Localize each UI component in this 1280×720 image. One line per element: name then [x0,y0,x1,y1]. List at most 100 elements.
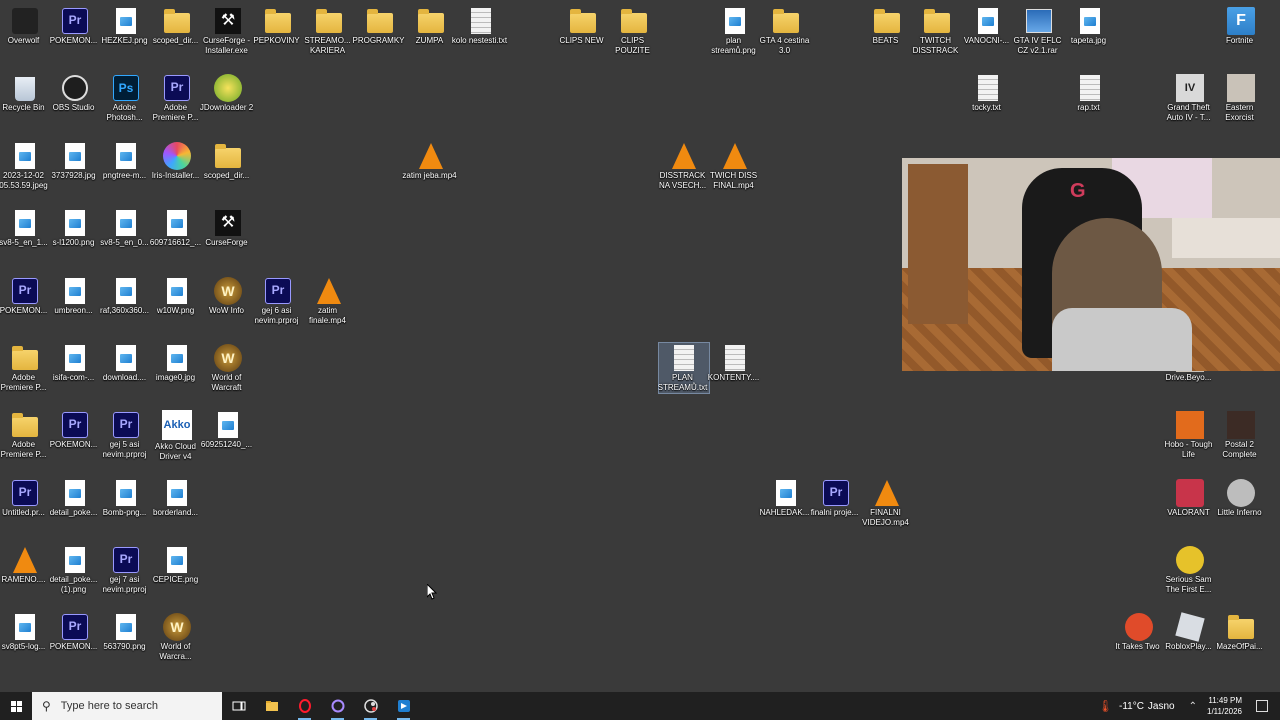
desktop-icon-detail-poke[interactable]: detail_poke... [50,478,100,518]
obs-icon [62,75,88,101]
desktop-icon-valorant[interactable]: VALORANT [1165,478,1215,518]
desktop-icon-scoped2[interactable]: scoped_dir... [203,141,253,181]
desktop-icon-untitled-pr[interactable]: Pr Untitled.pr... [0,478,50,518]
desktop-icon-gej6[interactable]: Pr gej 6 asi nevim.prproj [253,276,303,326]
desktop-icon-zatim-finale[interactable]: zatim finale.mp4 [304,276,354,326]
desktop-icon-hezkej[interactable]: HEZKEJ.png [101,6,151,46]
desktop-icon-wow1[interactable]: W World of Warcraft [203,343,253,393]
desktop-icon-clips-pouzite[interactable]: CLIPS POUZITE [609,6,659,56]
desktop-icon-pokemon3[interactable]: Pr POKEMON... [50,410,100,450]
desktop-icon-twich-diss-final[interactable]: TWICH DISS FINAL.mp4 [710,141,760,191]
desktop-icon-gta-tbogt[interactable]: IV Grand Theft Auto IV - T... [1165,73,1215,123]
desktop-icon-finalni-proj[interactable]: Pr finalni proje... [811,478,861,518]
desktop-icon-borderland[interactable]: borderland... [152,478,202,518]
file-explorer-button[interactable] [255,692,288,720]
desktop-icon-little-inferno[interactable]: Little Inferno [1216,478,1266,518]
image-icon [1080,8,1100,34]
desktop-icon-detail-poke2[interactable]: detail_poke... (1).png [50,545,100,595]
desktop-icon-postal2[interactable]: Postal 2 Complete [1216,410,1266,460]
desktop-icon-rap[interactable]: rap.txt [1065,73,1115,113]
desktop-icon-streamo-kariera[interactable]: STREAMO... KARIERA [304,6,354,56]
desktop-icon-mazeofpai[interactable]: MazeOfPai... [1216,612,1266,652]
desktop-icon-pokemon1[interactable]: Pr POKEMON... [50,6,100,46]
desktop-icon-iris[interactable]: Iris-Installer... [152,141,202,181]
desktop-icon-raf[interactable]: raf,360x360... [100,276,151,316]
desktop-icon-gej7[interactable]: Pr gej 7 asi nevim.prproj [101,545,151,595]
desktop-icon-isifa[interactable]: isifa-com-... [50,343,100,383]
desktop-icon-zumpa[interactable]: ZUMPA [406,6,456,46]
desktop-icon-clips-new[interactable]: CLIPS NEW [558,6,608,46]
desktop-icon-exorcist[interactable]: Eastern Exorcist [1216,73,1266,123]
desktop-icon-curseforge[interactable]: ⚒ CurseForge [203,208,253,248]
desktop-icon-photoshop[interactable]: Ps Adobe Photosh... [101,73,151,123]
desktop-icon-akko[interactable]: Akko Akko Cloud Driver v4 [152,410,202,462]
search-input[interactable] [58,699,213,713]
desktop-icon-beats[interactable]: BEATS [862,6,912,46]
desktop-icon-jdownloader[interactable]: JDownloader 2 [200,73,253,113]
desktop-icon-finalni-video[interactable]: FINALNI VIDEJO.mp4 [862,478,912,528]
desktop-icon-plan-streamu-png[interactable]: plan streamů.png [710,6,760,56]
app-button-steam[interactable] [354,692,387,720]
desktop-icon-umbreon[interactable]: umbreon... [50,276,100,316]
desktop-icon-jpeg-2023[interactable]: 2023-12-02 05.53.59.jpeg [0,141,50,191]
desktop-icon-sv8-1[interactable]: sv8-5_en_1... [0,208,50,248]
desktop-icon-img-609251240[interactable]: 609251240_... [201,410,253,450]
weather-widget[interactable]: 🌡 -11°C Jasno [1098,699,1175,713]
desktop-icon-pepkoviny[interactable]: PEPKOVINY [253,6,303,46]
desktop-icon-gej5[interactable]: Pr gej 5 asi nevim.prproj [101,410,151,460]
desktop-icon-bomb-png[interactable]: Bomb-png... [101,478,151,518]
desktop-icon-label: download.... [102,373,147,382]
desktop-icon-premiere[interactable]: Pr Adobe Premiere P... [152,73,202,123]
desktop-icon-obs[interactable]: OBS Studio [50,73,100,113]
desktop-icon-adobe-premiere-folder1[interactable]: Adobe Premiere P... [0,343,50,393]
desktop-icon-nahledak[interactable]: NAHLEDAK... [760,478,811,518]
desktop-icon-curseforge-installer[interactable]: ⚒ CurseForge - Installer.exe [203,6,253,56]
desktop-icon-hobo[interactable]: Hobo - Tough Life [1165,410,1215,460]
task-view-button[interactable] [222,692,255,720]
app-button-purple[interactable] [321,692,354,720]
desktop-icon-twitch-disstrack[interactable]: TWITCH DISSTRACK [912,6,962,56]
opera-button[interactable] [288,692,321,720]
desktop-icon-gta4-cestina[interactable]: GTA 4 cestina 3.0 [760,6,811,56]
desktop-icon-wow-info[interactable]: W WoW Info [203,276,253,316]
desktop-icon-adobe-premiere-folder2[interactable]: Adobe Premiere P... [0,410,50,460]
desktop-icon-img-3737928[interactable]: 3737928.jpg [50,141,100,181]
desktop-icon-tapeta[interactable]: tapeta.jpg [1065,6,1115,46]
notification-icon[interactable] [1256,700,1268,712]
clock[interactable]: 11:49 PM 1/11/2026 [1207,695,1242,717]
desktop-icon-w10w[interactable]: w10W.png [152,276,202,316]
desktop-icon-overwolf[interactable]: Overwolf [0,6,50,46]
desktop-icon-img-563790[interactable]: 563790.png [101,612,151,652]
desktop-icon-vanocni[interactable]: VANOCNI-... [963,6,1013,46]
desktop-icon-gta-eflc[interactable]: GTA IV EFLC CZ v2.1.rar [1014,6,1064,56]
desktop-icon-roblox[interactable]: RobloxPlay... [1165,612,1215,652]
desktop-icon-pokemon2[interactable]: Pr POKEMON... [0,276,50,316]
desktop-icon-pngtree[interactable]: pngtree-m... [101,141,151,181]
desktop-icon-it-takes-two[interactable]: It Takes Two [1114,612,1164,652]
taskbar-search[interactable]: ⚲ [32,692,222,720]
desktop-icon-sv8-2[interactable]: sv8-5_en_0... [100,208,151,248]
desktop-icon-recycle-bin[interactable]: Recycle Bin [0,73,50,113]
desktop-icon-programky[interactable]: PROGRAMKY [352,6,405,46]
desktop-icon-cepice[interactable]: CEPICE.png [152,545,202,585]
desktop-icon-wow2[interactable]: W World of Warcra... [152,612,202,662]
desktop-icon-scoped1[interactable]: scoped_dir... [152,6,202,46]
desktop-icon-zatim-jeba[interactable]: zatim jeba.mp4 [402,141,457,181]
desktop-icon-sv8pt5[interactable]: sv8pt5-log... [0,612,50,652]
start-button[interactable] [0,692,32,720]
desktop-icon-rameno[interactable]: RAMENO.... [0,545,50,585]
desktop-icon-kolo[interactable]: kolo nestesti.txt [452,6,507,46]
desktop-icon-download[interactable]: download.... [101,343,151,383]
desktop-icon-disstrack-vsech[interactable]: DISSTRACK NA VSECH... [659,141,709,191]
desktop-icon-image0[interactable]: image0.jpg [152,343,202,383]
desktop-icon-tocky[interactable]: tocky.txt [963,73,1013,113]
desktop-icon-fortnite[interactable]: F Fortnite [1216,6,1266,46]
desktop-icon-plan-streamu-txt[interactable]: PLAN STREAMŮ.txt [658,342,710,394]
desktop-icon-serious-sam[interactable]: Serious Sam The First E... [1165,545,1215,595]
chevron-up-icon[interactable]: ⌃ [1189,701,1197,712]
desktop-icon-s-l1200[interactable]: s-l1200.png [50,208,100,248]
app-button-bing[interactable] [387,692,420,720]
desktop-icon-kontenty[interactable]: KONTENTY.... [708,343,760,383]
desktop-icon-pokemon4[interactable]: Pr POKEMON... [50,612,100,652]
desktop-icon-img-609716612[interactable]: 609716612_... [150,208,202,248]
